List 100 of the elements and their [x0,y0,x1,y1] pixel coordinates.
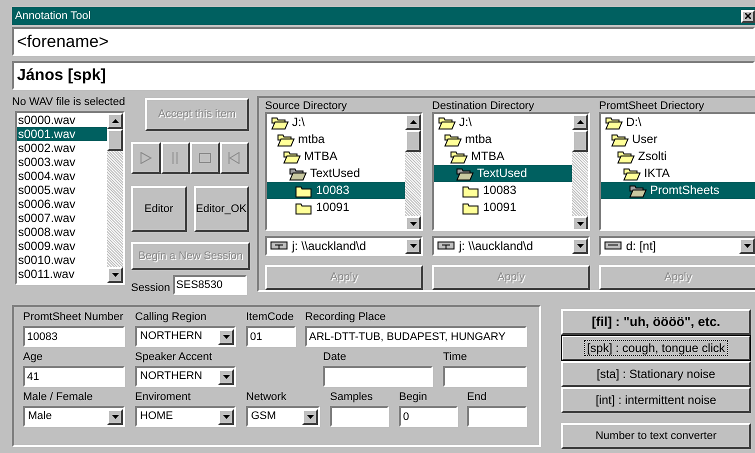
down-arrow-icon [222,334,230,338]
wav-file-item[interactable]: s0011.wav [17,267,107,281]
down-arrow-icon [576,222,584,226]
folder-item[interactable]: 10091 [316,200,350,215]
noise-button[interactable]: [int] : intermittent noise [561,387,751,413]
input-field[interactable]: 01 [246,326,296,347]
input-field[interactable] [323,366,433,387]
noise-button[interactable]: [sta] : Stationary noise [561,361,751,387]
dropdown-button[interactable] [739,238,755,254]
drive-dropdown[interactable]: j: \\auckland\d [432,236,590,256]
field-label: End [467,390,488,404]
down-arrow-icon [410,244,416,248]
drive-icon [604,240,622,251]
scroll-thumb[interactable] [107,129,123,151]
down-arrow-icon [576,244,584,248]
down-arrow-icon [112,273,118,277]
input-field[interactable] [330,406,389,427]
converter-button[interactable]: Number to text converter [561,423,751,449]
editor-button[interactable]: Editor [131,186,186,232]
dropdown[interactable]: NORTHERN [135,366,236,387]
stop-icon [198,153,211,163]
forename-field[interactable]: <forename> [12,27,755,56]
wav-file-item[interactable]: s0001.wav [17,127,107,141]
input-field[interactable] [467,406,527,427]
noise-button[interactable]: [spk] : cough, tongue click [561,335,751,361]
wav-file-item[interactable]: s0007.wav [17,211,107,225]
folder-item[interactable]: J:\ [292,115,305,130]
field-label: PromtSheet Number [23,310,124,324]
field-label: Enviroment [135,390,192,404]
up-arrow-icon [410,120,416,124]
dropdown-button[interactable] [302,408,318,424]
down-arrow-icon [410,222,416,226]
scroll-down-button[interactable] [405,216,421,229]
folder-item[interactable]: TextUsed [310,166,360,181]
directory-label: Source Directory [265,100,348,112]
dropdown-button[interactable] [218,408,234,424]
field-label: Calling Region [135,310,208,324]
input-field[interactable] [443,366,527,387]
network-drive-icon [437,240,455,251]
dropdown-button[interactable] [107,408,123,424]
drive-dropdown[interactable]: d: [nt] [599,236,755,256]
wav-file-item[interactable]: s0002.wav [17,141,107,155]
dropdown[interactable]: GSM [246,406,320,427]
wav-file-item[interactable]: s0008.wav [17,225,107,239]
field-label: Speaker Accent [135,350,214,364]
field-label: Male / Female [23,390,94,404]
network-drive-icon [270,240,288,251]
play-icon [140,152,152,164]
dropdown[interactable]: Male [23,406,125,427]
folder-item[interactable]: MTBA [471,149,504,164]
scroll-down-button[interactable] [107,267,123,283]
dropdown-button[interactable] [405,238,421,254]
wav-file-item[interactable]: s0005.wav [17,183,107,197]
session-field[interactable]: SES8530 [173,275,248,295]
field-label: ItemCode [246,310,295,324]
editor-button[interactable]: Editor_OK [194,186,249,232]
dropdown-button[interactable] [218,368,234,384]
wav-file-item[interactable]: s0009.wav [17,239,107,253]
folder-item[interactable]: IKTA [644,166,670,181]
transcript-field[interactable]: János [spk] [12,61,755,90]
down-arrow-icon [112,414,118,418]
up-arrow-icon [112,119,118,123]
scroll-down-button[interactable] [572,216,588,229]
drive-dropdown[interactable]: j: \\auckland\d [265,236,423,256]
folder-item[interactable]: 10083 [483,183,516,198]
folder-item[interactable]: 10091 [483,200,516,215]
wav-file-item[interactable]: s0000.wav [17,113,107,127]
scroll-up-button[interactable] [405,114,421,130]
field-label: Begin [399,390,428,404]
noise-button[interactable]: [fil] : "uh, öööö", etc. [561,309,751,335]
wav-file-item[interactable]: s0006.wav [17,197,107,211]
up-arrow-icon [576,120,584,124]
input-field[interactable]: 0 [399,406,458,427]
folder-item[interactable]: mtba [465,132,492,147]
folder-item[interactable]: J:\ [459,115,472,130]
folder-item[interactable]: MTBA [304,149,338,164]
down-arrow-icon [306,414,314,418]
input-field[interactable]: 10083 [23,326,125,347]
folder-item[interactable]: D:\ [626,115,642,130]
scroll-up-button[interactable] [572,114,588,130]
input-field[interactable]: 41 [23,366,125,387]
wav-file-item[interactable]: s0004.wav [17,169,107,183]
window-title: Annotation Tool [15,10,91,22]
dropdown[interactable]: HOME [135,406,236,427]
dropdown[interactable]: NORTHERN [135,326,236,347]
rewind-icon [228,152,240,164]
scroll-thumb[interactable] [572,130,588,152]
input-field[interactable]: ARL-DTT-TUB, BUDAPEST, HUNGARY [305,326,527,347]
close-button[interactable] [741,10,755,22]
dropdown-button[interactable] [572,238,588,254]
scroll-up-button[interactable] [107,113,123,129]
scroll-thumb[interactable] [405,130,421,152]
wav-file-item[interactable]: s0003.wav [17,155,107,169]
folder-item[interactable]: Zsolti [638,149,667,164]
wav-file-item[interactable]: s0010.wav [17,253,107,267]
dropdown-button[interactable] [218,328,234,344]
field-label: Age [23,350,44,364]
folder-item[interactable]: mtba [298,132,325,147]
wav-status-text: No WAV file is selected [12,96,125,109]
folder-item[interactable]: User [632,132,658,147]
